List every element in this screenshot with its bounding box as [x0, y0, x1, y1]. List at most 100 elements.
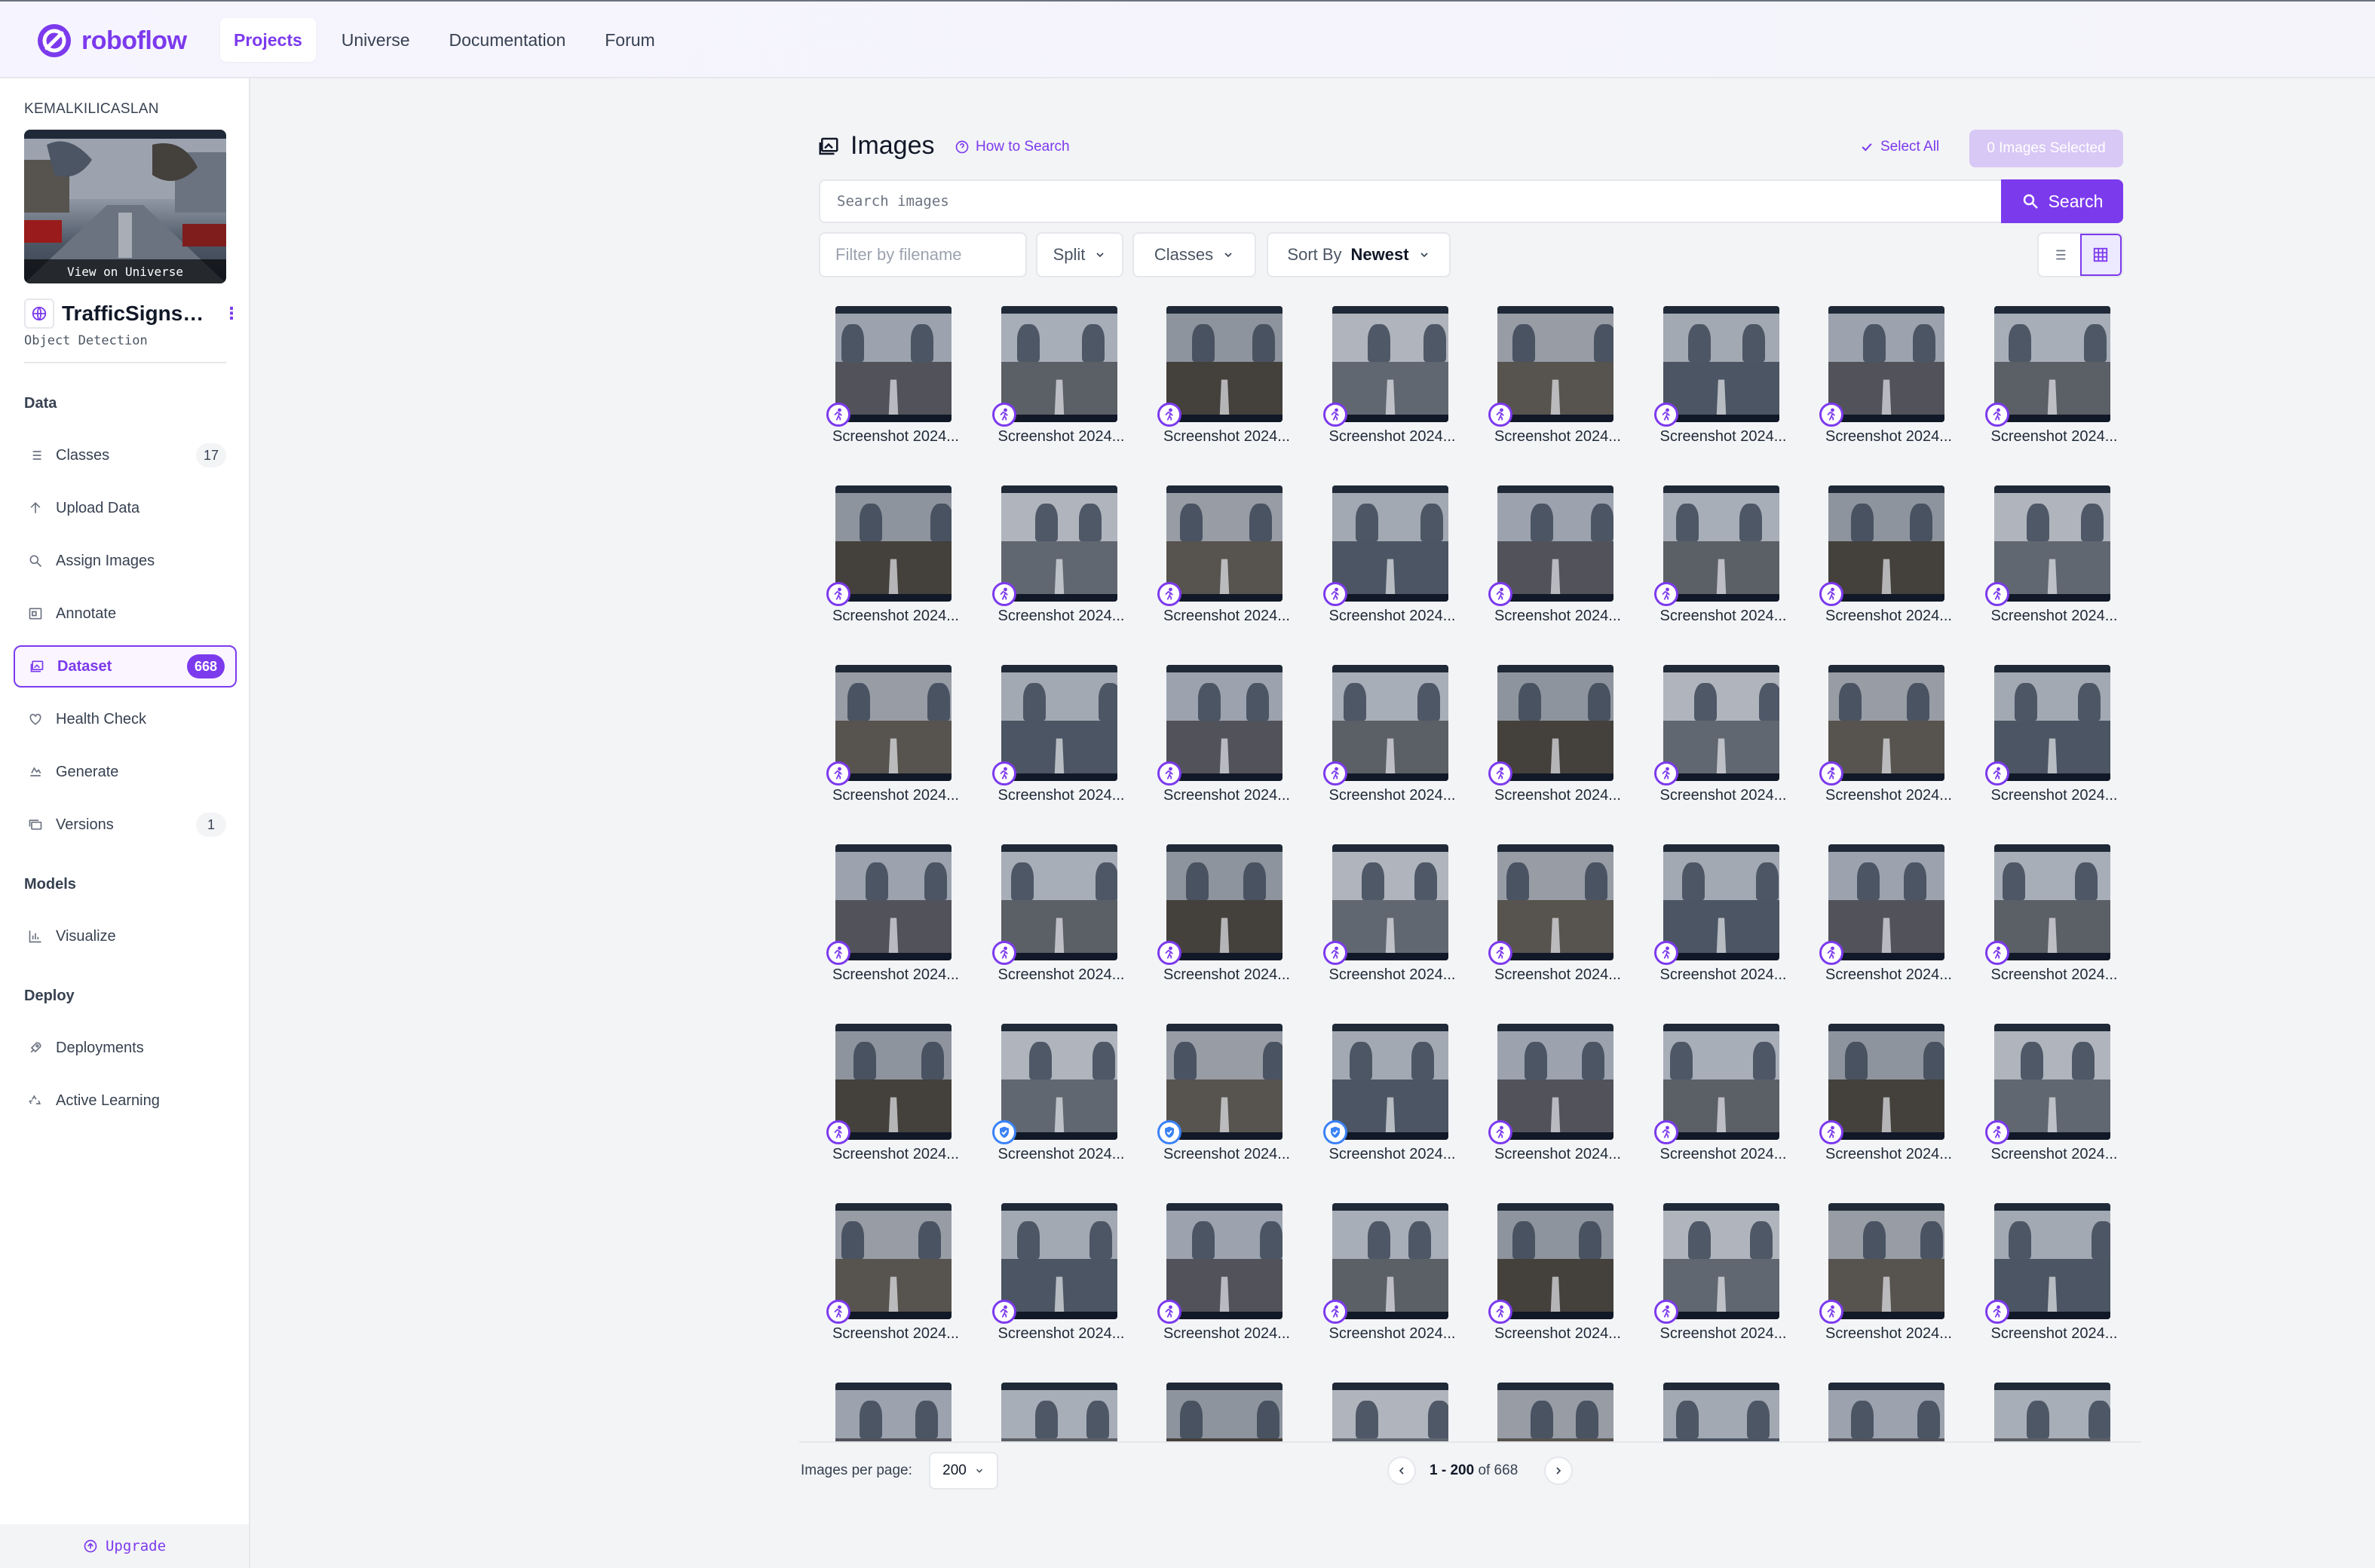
project-thumbnail[interactable]: View on Universe — [24, 130, 226, 283]
image-tile[interactable] — [1317, 1378, 1468, 1441]
image-tile[interactable]: Screenshot 2024... — [820, 481, 971, 632]
image-tile[interactable]: Screenshot 2024... — [1151, 1019, 1302, 1170]
image-tile[interactable]: Screenshot 2024... — [986, 302, 1137, 452]
image-tile[interactable]: Screenshot 2024... — [1482, 840, 1633, 991]
image-tile[interactable]: Screenshot 2024... — [1151, 660, 1302, 811]
image-tile[interactable]: Screenshot 2024... — [1317, 302, 1468, 452]
project-name[interactable]: TrafficSignsRe... — [62, 302, 216, 326]
image-tile[interactable]: Screenshot 2024... — [1317, 840, 1468, 991]
filter-by-filename-input[interactable] — [819, 232, 1027, 277]
image-tile[interactable]: Screenshot 2024... — [1813, 481, 1964, 632]
search-button[interactable]: Search — [2001, 179, 2123, 223]
upgrade-button[interactable]: Upgrade — [0, 1524, 249, 1568]
image-tile[interactable]: Screenshot 2024... — [1648, 1199, 1799, 1349]
image-tile[interactable]: Screenshot 2024... — [1648, 302, 1799, 452]
sidebar-item-label: Dataset — [57, 657, 112, 675]
image-tile[interactable]: Screenshot 2024... — [1813, 302, 1964, 452]
image-tile[interactable]: Screenshot 2024... — [1482, 660, 1633, 811]
image-tile[interactable] — [1979, 1378, 2130, 1441]
image-tile[interactable]: Screenshot 2024... — [1979, 1199, 2130, 1349]
image-tile[interactable]: Screenshot 2024... — [1648, 1019, 1799, 1170]
sidebar-item-visualize[interactable]: Visualize — [14, 915, 237, 957]
image-tile[interactable]: Screenshot 2024... — [986, 481, 1137, 632]
sidebar-item-classes[interactable]: Classes 17 — [14, 434, 237, 476]
image-tile[interactable]: Screenshot 2024... — [1482, 1019, 1633, 1170]
image-tile[interactable]: Screenshot 2024... — [820, 302, 971, 452]
nav-universe[interactable]: Universe — [328, 18, 424, 62]
image-tile[interactable] — [1151, 1378, 1302, 1441]
image-tile[interactable]: Screenshot 2024... — [986, 840, 1137, 991]
image-tile[interactable]: Screenshot 2024... — [1151, 481, 1302, 632]
image-tile[interactable]: Screenshot 2024... — [1813, 1019, 1964, 1170]
sidebar-item-active-learning[interactable]: Active Learning — [14, 1080, 237, 1122]
sort-by-dropdown[interactable]: Sort By Newest — [1267, 232, 1451, 277]
image-tile[interactable]: Screenshot 2024... — [1979, 660, 2130, 811]
image-tile[interactable]: Screenshot 2024... — [820, 840, 971, 991]
sidebar-item-versions[interactable]: Versions 1 — [14, 804, 237, 846]
image-tile[interactable]: Screenshot 2024... — [1813, 660, 1964, 811]
sort-by-label: Sort By — [1287, 245, 1342, 264]
sidebar: KEMALKILICASLAN View on Universe Traffic… — [0, 78, 250, 1568]
next-page-button[interactable] — [1544, 1456, 1573, 1485]
sidebar-item-dataset[interactable]: Dataset 668 — [14, 645, 237, 688]
roboflow-logo[interactable]: roboflow — [36, 23, 187, 59]
list-view-icon[interactable] — [2039, 234, 2080, 276]
image-tile[interactable]: Screenshot 2024... — [1482, 481, 1633, 632]
select-all-button[interactable]: Select All — [1859, 139, 1939, 155]
nav-documentation[interactable]: Documentation — [436, 18, 580, 62]
images-per-page-select[interactable]: 200 — [929, 1452, 998, 1490]
sidebar-item-health-check[interactable]: Health Check — [14, 698, 237, 740]
image-tile[interactable]: Screenshot 2024... — [1317, 1199, 1468, 1349]
image-tile[interactable]: Screenshot 2024... — [1979, 302, 2130, 452]
image-thumbnail — [1993, 1024, 2110, 1140]
image-tile[interactable]: Screenshot 2024... — [986, 1199, 1137, 1349]
view-on-universe-button[interactable]: View on Universe — [24, 259, 226, 283]
image-tile[interactable]: Screenshot 2024... — [820, 1019, 971, 1170]
image-tile[interactable]: Screenshot 2024... — [1151, 1199, 1302, 1349]
image-tile[interactable] — [1648, 1378, 1799, 1441]
image-tile[interactable]: Screenshot 2024... — [1648, 840, 1799, 991]
image-thumbnail — [1828, 1203, 1944, 1319]
nav-forum[interactable]: Forum — [591, 18, 668, 62]
image-tile[interactable]: Screenshot 2024... — [1151, 840, 1302, 991]
grid-view-icon[interactable] — [2079, 234, 2122, 276]
image-tile[interactable]: Screenshot 2024... — [1317, 660, 1468, 811]
image-tile[interactable]: Screenshot 2024... — [1648, 660, 1799, 811]
workspace-name[interactable]: KEMALKILICASLAN — [24, 101, 159, 118]
annotating-status-icon — [1322, 582, 1347, 606]
how-to-search-link[interactable]: How to Search — [955, 139, 1070, 155]
image-tile[interactable] — [986, 1378, 1137, 1441]
project-menu-icon[interactable]: ⋮ — [223, 304, 240, 323]
image-tile[interactable]: Screenshot 2024... — [1979, 840, 2130, 991]
help-circle-icon — [955, 140, 969, 154]
image-tile[interactable]: Screenshot 2024... — [1979, 1019, 2130, 1170]
image-tile[interactable]: Screenshot 2024... — [1979, 481, 2130, 632]
image-tile[interactable]: Screenshot 2024... — [1482, 302, 1633, 452]
image-tile[interactable]: Screenshot 2024... — [1813, 1199, 1964, 1349]
sidebar-item-deployments[interactable]: Deployments — [14, 1027, 237, 1069]
images-selected-button[interactable]: 0 Images Selected — [1969, 130, 2123, 167]
sidebar-item-assign-images[interactable]: Assign Images — [14, 540, 237, 582]
image-tile[interactable]: Screenshot 2024... — [1317, 481, 1468, 632]
image-tile[interactable]: Screenshot 2024... — [820, 660, 971, 811]
image-tile[interactable]: Screenshot 2024... — [1482, 1199, 1633, 1349]
image-tile[interactable]: Screenshot 2024... — [1648, 481, 1799, 632]
prev-page-button[interactable] — [1387, 1456, 1416, 1485]
image-tile[interactable]: Screenshot 2024... — [1151, 302, 1302, 452]
nav-projects[interactable]: Projects — [220, 18, 316, 62]
image-tile[interactable]: Screenshot 2024... — [986, 660, 1137, 811]
sidebar-item-annotate[interactable]: Annotate — [14, 593, 237, 635]
image-tile[interactable]: Screenshot 2024... — [1317, 1019, 1468, 1170]
image-tile[interactable]: Screenshot 2024... — [986, 1019, 1137, 1170]
image-tile[interactable]: Screenshot 2024... — [820, 1199, 971, 1349]
split-dropdown[interactable]: Split — [1036, 232, 1123, 277]
sidebar-item-generate[interactable]: Generate — [14, 751, 237, 793]
classes-dropdown[interactable]: Classes — [1132, 232, 1256, 277]
annotating-status-icon — [1157, 403, 1181, 427]
image-tile[interactable]: Screenshot 2024... — [1813, 840, 1964, 991]
search-input[interactable] — [819, 179, 2003, 223]
image-tile[interactable] — [1482, 1378, 1633, 1441]
image-tile[interactable] — [820, 1378, 971, 1441]
image-tile[interactable] — [1813, 1378, 1964, 1441]
sidebar-item-upload-data[interactable]: Upload Data — [14, 487, 237, 529]
